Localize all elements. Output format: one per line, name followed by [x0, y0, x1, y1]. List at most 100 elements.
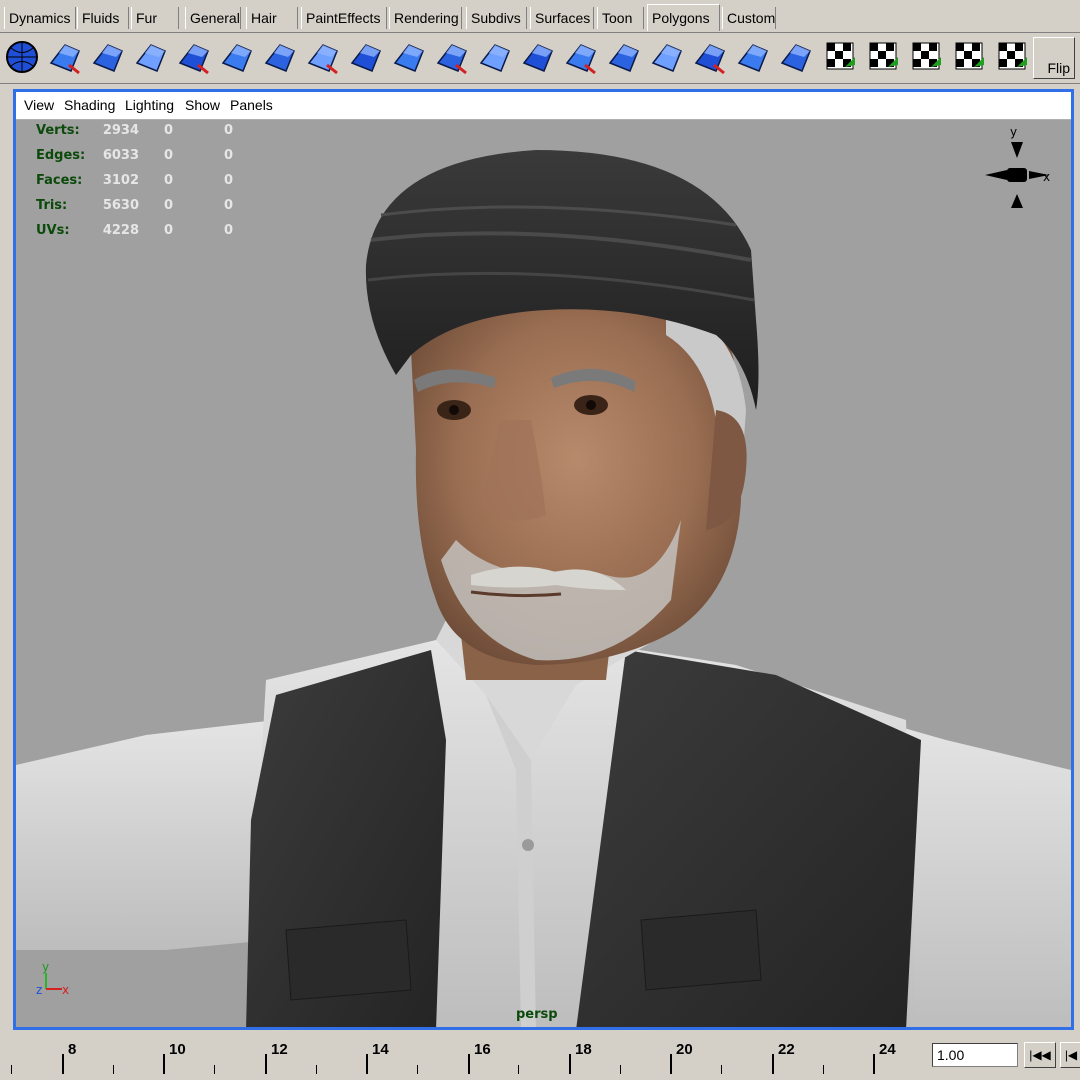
time-tick [214, 1065, 215, 1074]
time-tick-label: 20 [676, 1041, 693, 1058]
hud-value: 0 [163, 123, 173, 138]
panel-menu-shading[interactable]: Shading [64, 97, 115, 113]
time-tick-label: 24 [879, 1041, 896, 1058]
create-uvs-icon[interactable] [733, 37, 773, 77]
combine-icon[interactable] [45, 37, 85, 77]
extrude-face-icon[interactable] [217, 37, 257, 77]
hud-label: Verts: [36, 123, 80, 138]
time-tick [721, 1065, 722, 1074]
time-tick [265, 1054, 267, 1074]
hud-value: 0 [223, 123, 233, 138]
duplicate-face-icon[interactable] [647, 37, 687, 77]
time-tick [113, 1065, 114, 1074]
hud-value: 0 [223, 198, 233, 213]
shelf-icon-bar: Flip [0, 33, 1080, 84]
shelf-tab-dynamics[interactable]: Dynamics [4, 7, 76, 29]
time-tick-label: 16 [474, 1041, 491, 1058]
viewport-panel: View Shading Lighting Show Panels Verts:… [13, 89, 1074, 1030]
flip-button[interactable]: Flip [1033, 37, 1075, 79]
hud-row-tris: Tris: 5630 0 0 [36, 198, 246, 218]
origin-axis-y-label: y [42, 960, 49, 974]
time-tick [468, 1054, 470, 1074]
shelf-tab-subdivs[interactable]: Subdivs [466, 7, 527, 29]
bevel-icon[interactable] [303, 37, 343, 77]
time-tick-label: 22 [778, 1041, 795, 1058]
time-tick [823, 1065, 824, 1074]
time-tick [772, 1054, 774, 1074]
hud-value: 0 [163, 223, 173, 238]
camera-name-label: persp [516, 1007, 558, 1022]
time-tick [366, 1054, 368, 1074]
hud-value: 0 [163, 198, 173, 213]
character-model [16, 150, 1071, 1027]
hud-value: 3102 [102, 173, 139, 188]
view-axes-icon: y x [985, 126, 1050, 208]
wedge-face-icon[interactable] [475, 37, 515, 77]
insert-edge-loop-icon[interactable] [561, 37, 601, 77]
shelf-tab-rendering[interactable]: Rendering [389, 7, 462, 29]
origin-axis-x-label: x [62, 983, 69, 997]
time-tick-label: 18 [575, 1041, 592, 1058]
uv-editor-icon[interactable] [948, 37, 988, 77]
split-polygon-icon[interactable] [260, 37, 300, 77]
hud-value: 6033 [102, 148, 139, 163]
rewind-to-start-button[interactable]: |◀◀ [1024, 1042, 1056, 1068]
hud-value: 4228 [102, 223, 139, 238]
shelf-tab-hair[interactable]: Hair [246, 7, 298, 29]
smooth-proxy-icon[interactable] [174, 37, 214, 77]
time-tick [11, 1065, 12, 1074]
shelf-tab-painteffects[interactable]: PaintEffects [301, 7, 387, 29]
current-time-field[interactable]: 1.00 [932, 1043, 1018, 1067]
time-tick [569, 1054, 571, 1074]
uv-layout-icon[interactable] [991, 37, 1031, 77]
time-tick [518, 1065, 519, 1074]
separate-icon[interactable] [88, 37, 128, 77]
hud-label: UVs: [36, 223, 70, 238]
shelf-tab-toon[interactable]: Toon [597, 7, 644, 29]
view-axis-y-label: y [1010, 126, 1017, 139]
time-tick [163, 1054, 165, 1074]
shelf-tab-bar: Dynamics Fluids Fur General Hair PaintEffects… [0, 0, 1080, 33]
hud-value: 0 [163, 148, 173, 163]
step-back-button[interactable]: |◀ [1060, 1042, 1080, 1068]
hud-row-edges: Edges: 6033 0 0 [36, 148, 246, 168]
hud-label: Tris: [36, 198, 68, 213]
hud-value: 0 [163, 173, 173, 188]
poke-face-icon[interactable] [604, 37, 644, 77]
append-polygon-icon[interactable] [389, 37, 429, 77]
time-tick-label: 8 [68, 1041, 77, 1058]
hud-label: Faces: [36, 173, 83, 188]
spherical-mapping-icon[interactable] [905, 37, 945, 77]
polygon-sphere-icon[interactable] [2, 37, 42, 77]
split-edge-ring-icon[interactable] [518, 37, 558, 77]
time-tick [417, 1065, 418, 1074]
time-tick [62, 1054, 64, 1074]
panel-menu-show[interactable]: Show [185, 97, 220, 113]
uv-checker-icon[interactable] [776, 37, 816, 77]
panel-menu-lighting[interactable]: Lighting [125, 97, 174, 113]
perspective-viewport[interactable]: Verts: 2934 0 0 Edges: 6033 0 0 Faces: 3102 0 0 Tris… [16, 120, 1071, 1027]
extract-icon[interactable] [131, 37, 171, 77]
hud-value: 0 [223, 173, 233, 188]
hud-row-faces: Faces: 3102 0 0 [36, 173, 246, 193]
time-tick [873, 1054, 875, 1074]
rewind-start-icon: |◀◀ [1029, 1048, 1051, 1062]
panel-menu-panels[interactable]: Panels [230, 97, 273, 113]
shelf-tab-custom[interactable]: Custom [722, 7, 776, 29]
shelf-tab-polygons[interactable]: Polygons [647, 4, 720, 31]
shelf-tab-general[interactable]: General [185, 7, 241, 29]
hud-value: 0 [223, 223, 233, 238]
extrude-edge-icon[interactable] [346, 37, 386, 77]
cylindrical-mapping-icon[interactable] [862, 37, 902, 77]
hud-value: 5630 [102, 198, 139, 213]
shelf-tab-surfaces[interactable]: Surfaces [530, 7, 594, 29]
shelf-tab-fur[interactable]: Fur [131, 7, 179, 29]
panel-menu-view[interactable]: View [24, 97, 54, 113]
time-slider[interactable]: 8 10 12 14 16 18 20 22 24 [0, 1033, 925, 1080]
shelf-tab-fluids[interactable]: Fluids [77, 7, 129, 29]
automatic-mapping-icon[interactable] [819, 37, 859, 77]
merge-vertices-icon[interactable] [432, 37, 472, 77]
planar-mapping-icon[interactable] [690, 37, 730, 77]
hud-value: 2934 [102, 123, 139, 138]
hud-value: 0 [223, 148, 233, 163]
